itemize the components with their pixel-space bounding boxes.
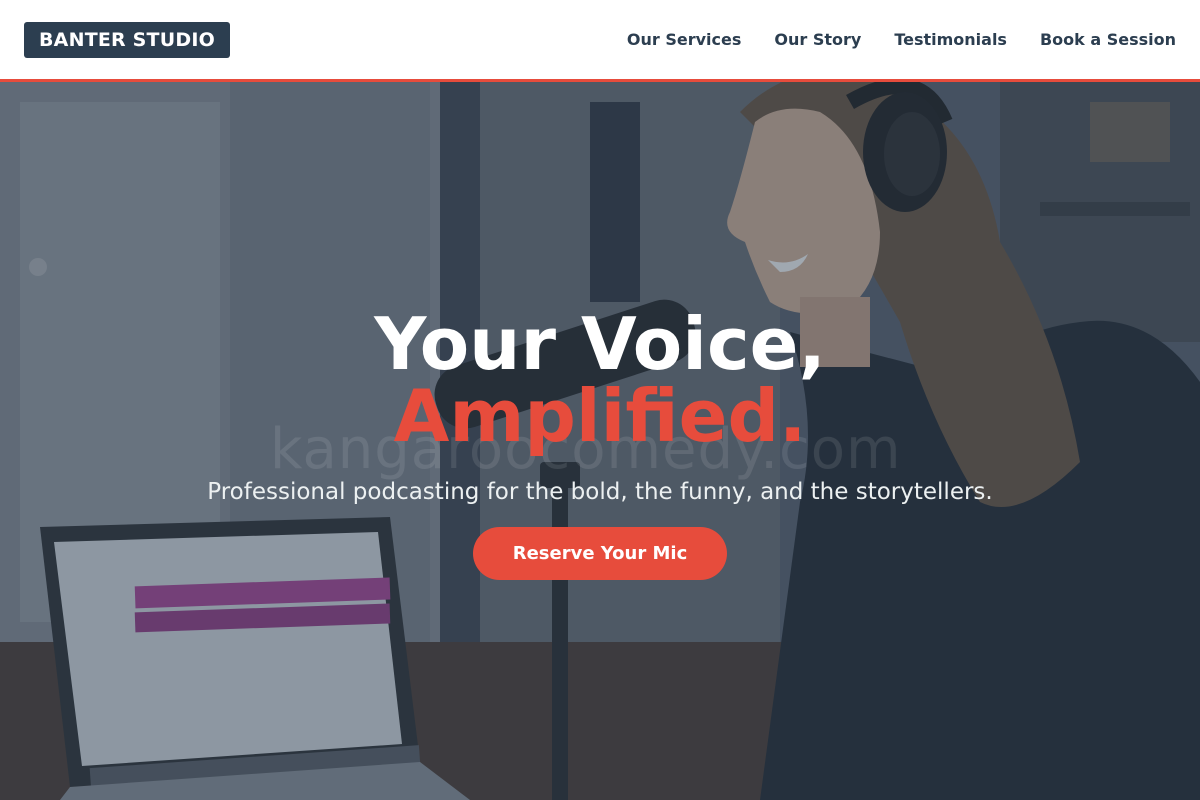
reserve-mic-button[interactable]: Reserve Your Mic bbox=[473, 527, 727, 580]
nav-link-our-story[interactable]: Our Story bbox=[774, 30, 861, 49]
hero-content: Your Voice, Amplified. Professional podc… bbox=[0, 82, 1200, 800]
hero-headline-accent: Amplified. bbox=[393, 374, 807, 458]
nav-link-book-a-session[interactable]: Book a Session bbox=[1040, 30, 1176, 49]
hero-subtext: Professional podcasting for the bold, th… bbox=[207, 479, 993, 505]
logo[interactable]: BANTER STUDIO bbox=[24, 21, 230, 58]
nav-link-our-services[interactable]: Our Services bbox=[627, 30, 742, 49]
hero-section: kangaroocomedy.com Your Voice, Amplified… bbox=[0, 82, 1200, 800]
site-header: BANTER STUDIO Our Services Our Story Tes… bbox=[0, 0, 1200, 82]
main-nav: Our Services Our Story Testimonials Book… bbox=[627, 30, 1176, 49]
hero-headline: Your Voice, bbox=[374, 302, 826, 386]
nav-link-testimonials[interactable]: Testimonials bbox=[894, 30, 1007, 49]
